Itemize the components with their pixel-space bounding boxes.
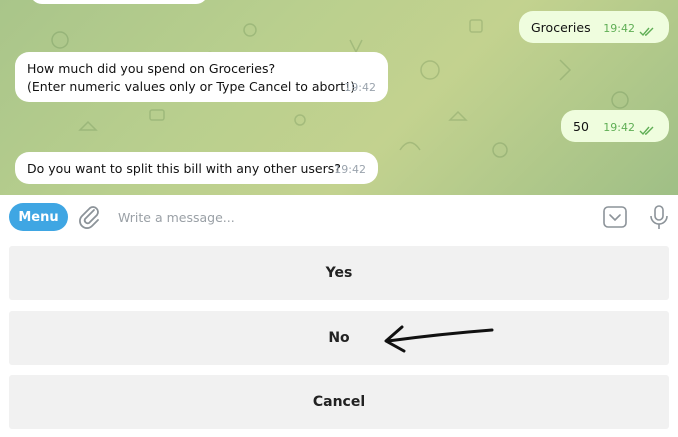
outgoing-message: Groceries 19:42 <box>519 11 669 43</box>
reply-keyboard: Yes No Cancel <box>0 239 678 437</box>
keyboard-button-cancel[interactable]: Cancel <box>9 375 669 429</box>
paperclip-icon[interactable] <box>78 204 102 230</box>
message-time: 19:42 <box>603 22 635 35</box>
message-line: (Enter numeric values only or Type Cance… <box>27 79 356 94</box>
previous-message-stub <box>30 0 208 4</box>
message-time: 19:42 <box>334 163 366 176</box>
message-line: How much did you spend on Groceries? <box>27 61 276 76</box>
keyboard-button-yes[interactable]: Yes <box>9 246 669 300</box>
outgoing-message: 50 19:42 <box>561 110 669 142</box>
double-check-icon <box>639 27 654 37</box>
incoming-message: How much did you spend on Groceries? (En… <box>15 52 388 102</box>
message-time: 19:42 <box>344 81 376 94</box>
annotation-arrow-icon <box>384 325 494 353</box>
incoming-message: Do you want to split this bill with any … <box>15 152 378 184</box>
message-text: Groceries <box>531 20 591 35</box>
message-time: 19:42 <box>603 121 635 134</box>
message-composer: Menu <box>0 195 678 239</box>
message-input[interactable] <box>118 207 568 227</box>
microphone-icon[interactable] <box>649 205 669 231</box>
keyboard-toggle-icon[interactable] <box>603 206 627 228</box>
double-check-icon <box>639 126 654 136</box>
message-text: 50 <box>573 119 589 134</box>
menu-button[interactable]: Menu <box>9 203 68 231</box>
message-text: Do you want to split this bill with any … <box>27 161 341 176</box>
keyboard-button-no[interactable]: No <box>9 311 669 365</box>
chat-area: Groceries 19:42 How much did you spend o… <box>0 0 678 195</box>
